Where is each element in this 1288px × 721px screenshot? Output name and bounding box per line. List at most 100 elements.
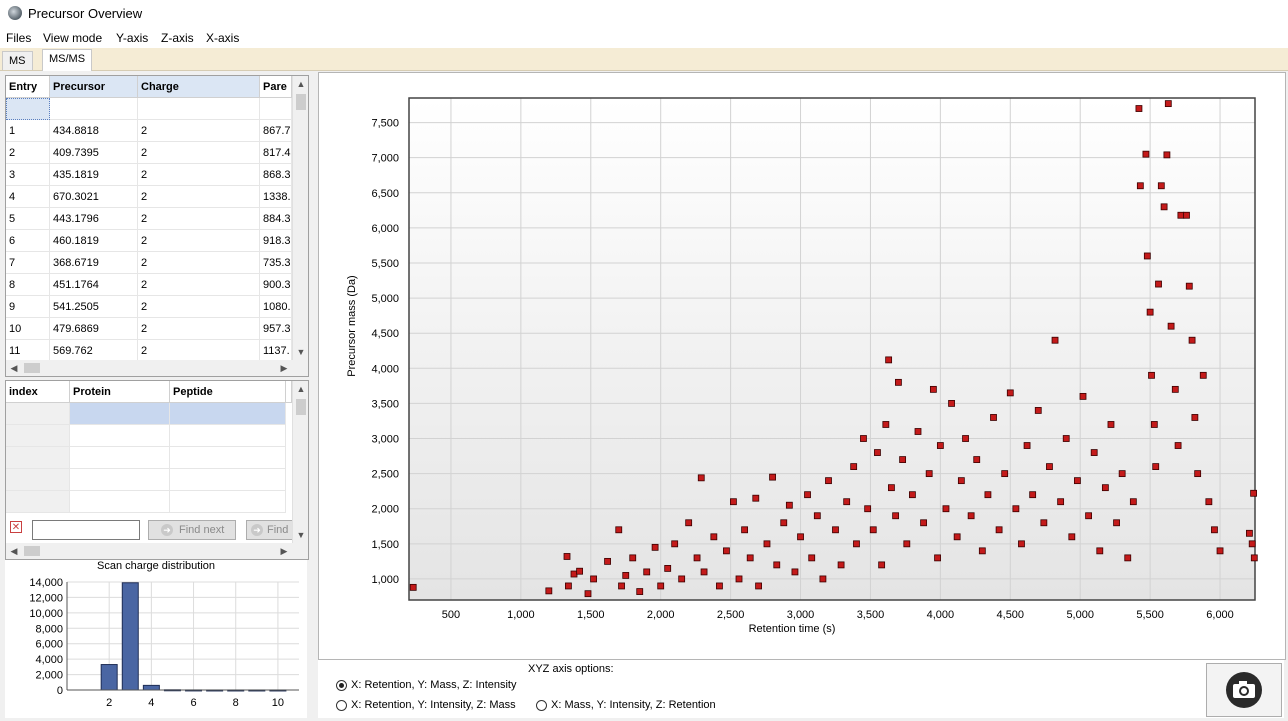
scroll-left-icon[interactable]: ◀: [6, 543, 22, 559]
table-cell[interactable]: 817.4: [260, 142, 292, 164]
table-cell[interactable]: [170, 403, 286, 425]
table-cell[interactable]: 868.3: [260, 164, 292, 186]
axis-option-0[interactable]: X: Retention, Y: Mass, Z: Intensity: [336, 679, 536, 694]
radio-button[interactable]: [336, 700, 347, 711]
col-index[interactable]: index: [6, 381, 70, 403]
scroll-thumb[interactable]: [24, 363, 40, 373]
table-cell[interactable]: 2: [138, 274, 260, 296]
table-cell[interactable]: 2: [138, 120, 260, 142]
table-cell[interactable]: 2: [138, 296, 260, 318]
scroll-down-icon[interactable]: ▼: [293, 527, 308, 543]
search-input[interactable]: [32, 520, 140, 540]
precursor-hscroll[interactable]: ◀ ▶: [6, 360, 308, 376]
scroll-up-icon[interactable]: ▲: [293, 76, 308, 92]
menu-x-axis[interactable]: X-axis: [206, 31, 239, 45]
scroll-thumb[interactable]: [296, 399, 306, 415]
table-cell[interactable]: 368.6719: [50, 252, 138, 274]
table-cell[interactable]: 11: [6, 340, 50, 362]
table-cell[interactable]: 5: [6, 208, 50, 230]
table-cell[interactable]: 443.1796: [50, 208, 138, 230]
table-cell[interactable]: 1338.: [260, 186, 292, 208]
precursor-vscroll[interactable]: ▲ ▼: [292, 76, 308, 360]
table-cell[interactable]: 409.7395: [50, 142, 138, 164]
menu-y-axis[interactable]: Y-axis: [116, 31, 148, 45]
table-cell[interactable]: [50, 98, 138, 120]
menu-z-axis[interactable]: Z-axis: [161, 31, 194, 45]
table-cell[interactable]: 2: [138, 142, 260, 164]
axis-option-2[interactable]: X: Mass, Y: Intensity, Z: Retention: [536, 699, 756, 714]
table-cell[interactable]: 918.3: [260, 230, 292, 252]
col-precursor[interactable]: Precursor: [50, 76, 138, 98]
col-entry[interactable]: Entry: [6, 76, 50, 98]
table-cell[interactable]: [170, 447, 286, 469]
protein-vscroll[interactable]: ▲ ▼: [292, 381, 308, 543]
radio-button[interactable]: [536, 700, 547, 711]
row-header[interactable]: [6, 447, 70, 469]
radio-button[interactable]: [336, 680, 347, 691]
table-cell[interactable]: [70, 425, 170, 447]
scroll-left-icon[interactable]: ◀: [6, 360, 22, 376]
table-cell[interactable]: 10: [6, 318, 50, 340]
screenshot-button[interactable]: [1206, 663, 1282, 717]
row-header[interactable]: [6, 403, 70, 425]
table-cell[interactable]: 900.3: [260, 274, 292, 296]
table-cell[interactable]: 957.3: [260, 318, 292, 340]
tab-ms[interactable]: MS: [2, 51, 33, 70]
table-cell[interactable]: 569.762: [50, 340, 138, 362]
row-header-selected[interactable]: [6, 98, 50, 120]
table-cell[interactable]: 2: [138, 186, 260, 208]
row-header[interactable]: [6, 425, 70, 447]
scroll-up-icon[interactable]: ▲: [293, 381, 308, 397]
col-peptide[interactable]: Peptide: [170, 381, 286, 403]
table-cell[interactable]: 2: [138, 318, 260, 340]
table-cell[interactable]: 670.3021: [50, 186, 138, 208]
col-parent[interactable]: Pare: [260, 76, 292, 98]
col-protein[interactable]: Protein: [70, 381, 170, 403]
table-cell[interactable]: 3: [6, 164, 50, 186]
table-cell[interactable]: 2: [138, 340, 260, 362]
table-cell[interactable]: [70, 469, 170, 491]
table-cell[interactable]: 2: [138, 252, 260, 274]
table-cell[interactable]: [70, 403, 170, 425]
scroll-right-icon[interactable]: ▶: [276, 360, 292, 376]
scroll-right-icon[interactable]: ▶: [276, 543, 292, 559]
menu-files[interactable]: Files: [6, 31, 31, 45]
row-header[interactable]: [6, 469, 70, 491]
table-cell[interactable]: 479.6869: [50, 318, 138, 340]
table-cell[interactable]: [70, 447, 170, 469]
table-cell[interactable]: 884.3: [260, 208, 292, 230]
table-cell[interactable]: 6: [6, 230, 50, 252]
table-cell[interactable]: 735.3: [260, 252, 292, 274]
table-cell[interactable]: 1137.: [260, 340, 292, 362]
tab-msms[interactable]: MS/MS: [42, 49, 93, 71]
menu-view-mode[interactable]: View mode: [43, 31, 102, 45]
table-cell[interactable]: 2: [138, 164, 260, 186]
table-cell[interactable]: 8: [6, 274, 50, 296]
table-cell[interactable]: 2: [6, 142, 50, 164]
scroll-thumb[interactable]: [296, 94, 306, 110]
table-cell[interactable]: [170, 469, 286, 491]
scroll-down-icon[interactable]: ▼: [293, 344, 308, 360]
table-cell[interactable]: 4: [6, 186, 50, 208]
table-cell[interactable]: [170, 491, 286, 513]
table-cell[interactable]: 434.8818: [50, 120, 138, 142]
table-cell[interactable]: 1: [6, 120, 50, 142]
protein-hscroll[interactable]: ◀ ▶: [6, 543, 308, 559]
table-cell[interactable]: 1080.: [260, 296, 292, 318]
table-cell[interactable]: 541.2505: [50, 296, 138, 318]
scroll-thumb[interactable]: [24, 546, 40, 556]
table-cell[interactable]: 460.1819: [50, 230, 138, 252]
table-cell[interactable]: 2: [138, 230, 260, 252]
find-button[interactable]: ➜ Find: [246, 520, 292, 540]
table-cell[interactable]: [170, 425, 286, 447]
axis-option-1[interactable]: X: Retention, Y: Intensity, Z: Mass: [336, 699, 536, 714]
table-cell[interactable]: 2: [138, 208, 260, 230]
find-next-button[interactable]: ➜ Find next: [148, 520, 236, 540]
table-cell[interactable]: [138, 98, 260, 120]
table-cell[interactable]: 867.7: [260, 120, 292, 142]
table-cell[interactable]: [260, 98, 292, 120]
table-cell[interactable]: [70, 491, 170, 513]
table-cell[interactable]: 451.1764: [50, 274, 138, 296]
table-cell[interactable]: 435.1819: [50, 164, 138, 186]
table-cell[interactable]: 9: [6, 296, 50, 318]
